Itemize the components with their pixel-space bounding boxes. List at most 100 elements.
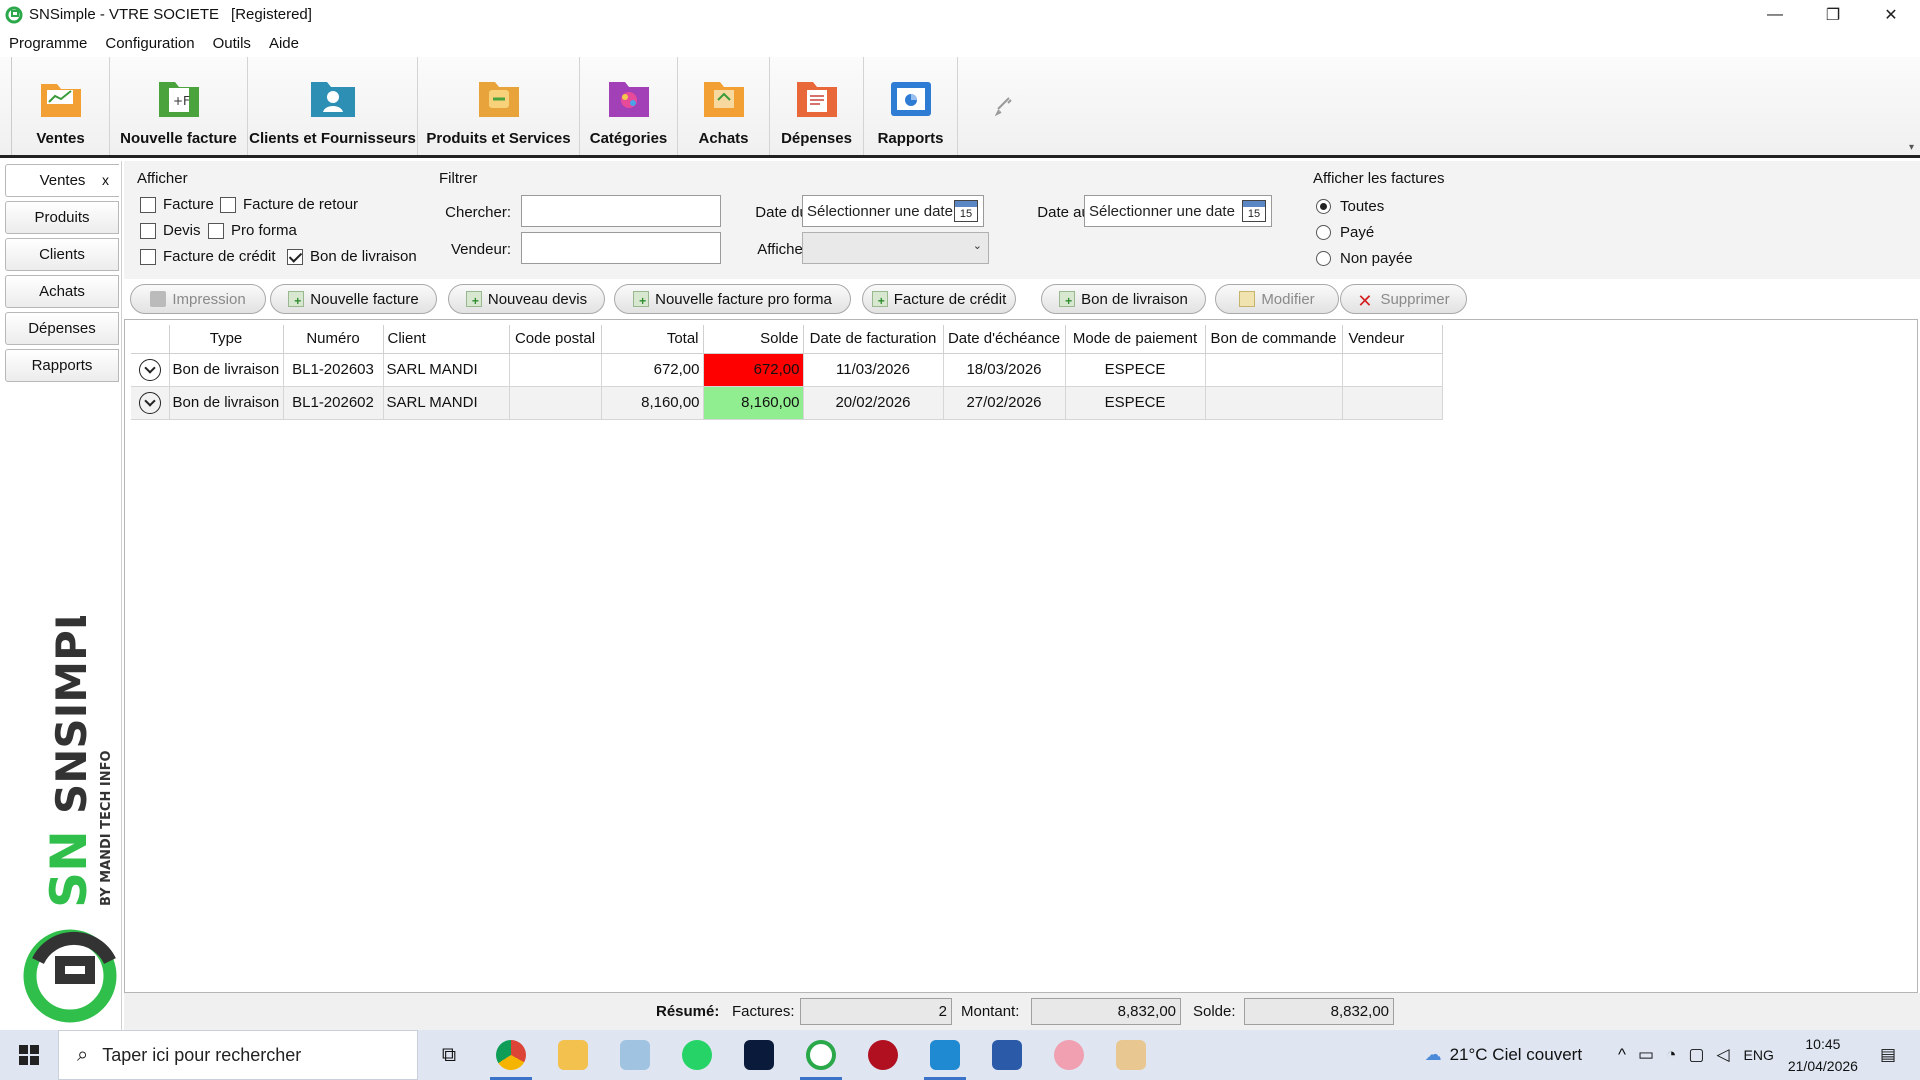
- menu-outils[interactable]: Outils: [204, 35, 260, 52]
- facture-checkbox[interactable]: Facture: [140, 196, 214, 213]
- column-header[interactable]: Vendeur: [1342, 325, 1443, 354]
- code-postal-cell: [509, 386, 602, 420]
- toutes-radio[interactable]: Toutes: [1316, 198, 1384, 215]
- column-header[interactable]: Bon de commande: [1205, 325, 1343, 354]
- calendar-icon[interactable]: 15: [1242, 200, 1266, 222]
- vscode-icon[interactable]: [914, 1030, 976, 1080]
- column-header[interactable]: Date d'échéance: [943, 325, 1066, 354]
- sidebar-tab-clients[interactable]: Clients: [5, 238, 119, 271]
- expand-row-icon[interactable]: [138, 358, 161, 381]
- table-row[interactable]: Bon de livraison BL1-202602 SARL MANDI 8…: [131, 386, 1443, 420]
- column-header[interactable]: Solde: [703, 325, 804, 354]
- clock[interactable]: 10:45 21/04/2026: [1788, 1033, 1858, 1077]
- close-tab-icon[interactable]: x: [102, 172, 109, 188]
- column-header[interactable]: Mode de paiement: [1065, 325, 1206, 354]
- language-indicator[interactable]: ENG: [1744, 1047, 1774, 1063]
- sidebar-tab-achats[interactable]: Achats: [5, 275, 119, 308]
- sidebar: Ventes x Produits Clients Achats Dépenses…: [0, 161, 122, 1030]
- chevron-up-icon[interactable]: ^: [1618, 1045, 1626, 1065]
- whatsapp-icon[interactable]: [666, 1030, 728, 1080]
- column-header[interactable]: Type: [169, 325, 284, 354]
- expand-row-icon[interactable]: [138, 391, 161, 414]
- nouvelle-pro-forma-button[interactable]: Nouvelle facture pro forma: [614, 284, 851, 314]
- table-row[interactable]: Bon de livraison BL1-202603 SARL MANDI 6…: [131, 353, 1443, 387]
- chrome-icon[interactable]: [480, 1030, 542, 1080]
- vendeur-input[interactable]: [521, 232, 721, 264]
- sidebar-tab-ventes[interactable]: Ventes x: [5, 164, 119, 197]
- menu-configuration[interactable]: Configuration: [96, 35, 203, 52]
- sidebar-tab-depenses[interactable]: Dépenses: [5, 312, 119, 345]
- ribbon-rapports-button[interactable]: Rapports: [864, 57, 958, 155]
- device-icon[interactable]: ▢: [1688, 1045, 1704, 1065]
- ribbon-clients-button[interactable]: Clients et Fournisseurs: [248, 57, 418, 155]
- recorder-icon[interactable]: [852, 1030, 914, 1080]
- column-header[interactable]: Client: [383, 325, 510, 354]
- bon-livraison-button[interactable]: Bon de livraison: [1041, 284, 1206, 314]
- task-view-icon[interactable]: ⧉: [418, 1030, 480, 1080]
- paye-radio[interactable]: Payé: [1316, 224, 1374, 241]
- taskbar-search[interactable]: ⌕ Taper ici pour rechercher: [58, 1030, 418, 1080]
- ribbon-produits-button[interactable]: Produits et Services: [418, 57, 580, 155]
- expand-cell[interactable]: [131, 353, 170, 387]
- menu-aide[interactable]: Aide: [260, 35, 308, 52]
- snipping-tool-icon[interactable]: [1038, 1030, 1100, 1080]
- ribbon-depenses-button[interactable]: Dépenses: [770, 57, 864, 155]
- photoshop-icon[interactable]: [728, 1030, 790, 1080]
- search-input[interactable]: [521, 195, 721, 227]
- mode-paiement-cell: ESPECE: [1065, 386, 1206, 420]
- column-header[interactable]: Numéro: [283, 325, 384, 354]
- checkbox-label: Facture de crédit: [163, 248, 276, 265]
- modifier-button[interactable]: Modifier: [1215, 284, 1339, 314]
- checkbox-box: [140, 196, 156, 213]
- devis-checkbox[interactable]: Devis: [140, 222, 201, 239]
- date-au-picker[interactable]: Sélectionner une date 15: [1084, 195, 1272, 227]
- minimize-button[interactable]: —: [1746, 0, 1804, 29]
- calendar-icon[interactable]: 15: [954, 200, 978, 222]
- file-explorer-icon[interactable]: [542, 1030, 604, 1080]
- ribbon-scroll-icon[interactable]: ▾: [1909, 142, 1914, 153]
- ribbon-nouvelle-facture-button[interactable]: +F Nouvelle facture: [110, 57, 248, 155]
- powershell-icon[interactable]: [976, 1030, 1038, 1080]
- menu-programme[interactable]: Programme: [0, 35, 96, 52]
- bon-livraison-checkbox[interactable]: Bon de livraison: [287, 248, 417, 265]
- taskbar: ⌕ Taper ici pour rechercher ⧉ ☁ 21°C Cie…: [0, 1030, 1920, 1080]
- nouvelle-facture-button[interactable]: Nouvelle facture: [270, 284, 437, 314]
- sidebar-tab-rapports[interactable]: Rapports: [5, 349, 119, 382]
- facture-credit-checkbox[interactable]: Facture de crédit: [140, 248, 276, 265]
- notifications-icon[interactable]: ▤: [1880, 1045, 1896, 1065]
- afficher-select[interactable]: ⌄: [802, 232, 989, 264]
- snsimple-taskbar-icon[interactable]: [790, 1030, 852, 1080]
- non-payee-radio[interactable]: Non payée: [1316, 250, 1413, 267]
- column-header[interactable]: Code postal: [509, 325, 602, 354]
- network-icon[interactable]: ◔: [1666, 1045, 1676, 1065]
- registered-label: [Registered]: [231, 6, 312, 23]
- ribbon-achats-button[interactable]: Achats: [678, 57, 770, 155]
- start-button[interactable]: [0, 1030, 58, 1080]
- impression-button[interactable]: Impression: [130, 284, 266, 314]
- type-cell: Bon de livraison: [169, 386, 284, 420]
- close-button[interactable]: ✕: [1862, 0, 1920, 29]
- column-header[interactable]: Total: [601, 325, 704, 354]
- nouveau-devis-button[interactable]: Nouveau devis: [448, 284, 605, 314]
- pro-forma-checkbox[interactable]: Pro forma: [208, 222, 297, 239]
- ribbon-categories-button[interactable]: Catégories: [580, 57, 678, 155]
- sidebar-tab-produits[interactable]: Produits: [5, 201, 119, 234]
- column-header[interactable]: [131, 325, 170, 354]
- app-icon[interactable]: [604, 1030, 666, 1080]
- paint-icon[interactable]: [1100, 1030, 1162, 1080]
- battery-icon[interactable]: ▭: [1638, 1045, 1654, 1065]
- svg-text:+F: +F: [173, 94, 190, 108]
- maximize-button[interactable]: ❐: [1804, 0, 1862, 29]
- ribbon-plugin-button[interactable]: [958, 57, 1048, 155]
- weather-text[interactable]: 21°C Ciel couvert: [1450, 1045, 1582, 1065]
- ribbon-ventes-button[interactable]: Ventes: [12, 57, 110, 155]
- date-du-picker[interactable]: Sélectionner une date 15: [802, 195, 984, 227]
- expand-cell[interactable]: [131, 386, 170, 420]
- supprimer-button[interactable]: ✕ Supprimer: [1340, 284, 1467, 314]
- facture-retour-checkbox[interactable]: Facture de retour: [220, 196, 358, 213]
- facture-credit-button[interactable]: Facture de crédit: [862, 284, 1016, 314]
- weather-icon[interactable]: ☁: [1425, 1045, 1442, 1065]
- column-header[interactable]: Date de facturation: [803, 325, 944, 354]
- afficher-title: Afficher: [137, 170, 188, 187]
- volume-icon[interactable]: ◁: [1716, 1045, 1729, 1065]
